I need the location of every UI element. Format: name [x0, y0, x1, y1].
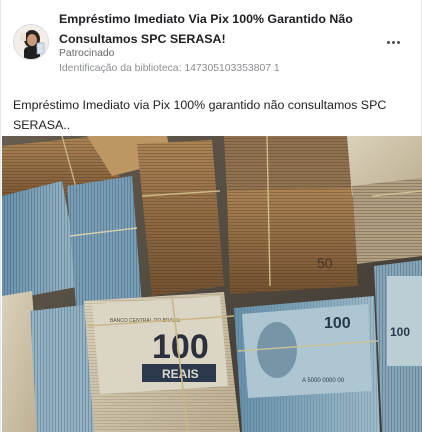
advertiser-avatar[interactable]	[13, 24, 49, 60]
more-horizontal-icon-dot	[396, 40, 400, 44]
more-horizontal-icon-dot	[391, 40, 395, 44]
ad-title[interactable]: Empréstimo Imediato Via Pix 100% Garanti…	[59, 9, 359, 49]
library-id: Identificação da biblioteca: 14730510335…	[59, 63, 280, 74]
ad-image[interactable]: 50 BANCO CENTRAL DO BRASIL 100 REAIS 100…	[2, 136, 422, 432]
more-horizontal-icon	[386, 40, 390, 44]
banknotes-photo: 50 BANCO CENTRAL DO BRASIL 100 REAIS 100…	[2, 136, 422, 432]
sponsored-label: Patrocinado	[59, 48, 115, 59]
sponsored-ad-card: Empréstimo Imediato Via Pix 100% Garanti…	[0, 0, 422, 432]
more-options-button[interactable]	[381, 32, 405, 52]
advertiser-avatar-image	[14, 25, 48, 59]
ad-body-text: Empréstimo Imediato via Pix 100% garanti…	[13, 98, 387, 132]
